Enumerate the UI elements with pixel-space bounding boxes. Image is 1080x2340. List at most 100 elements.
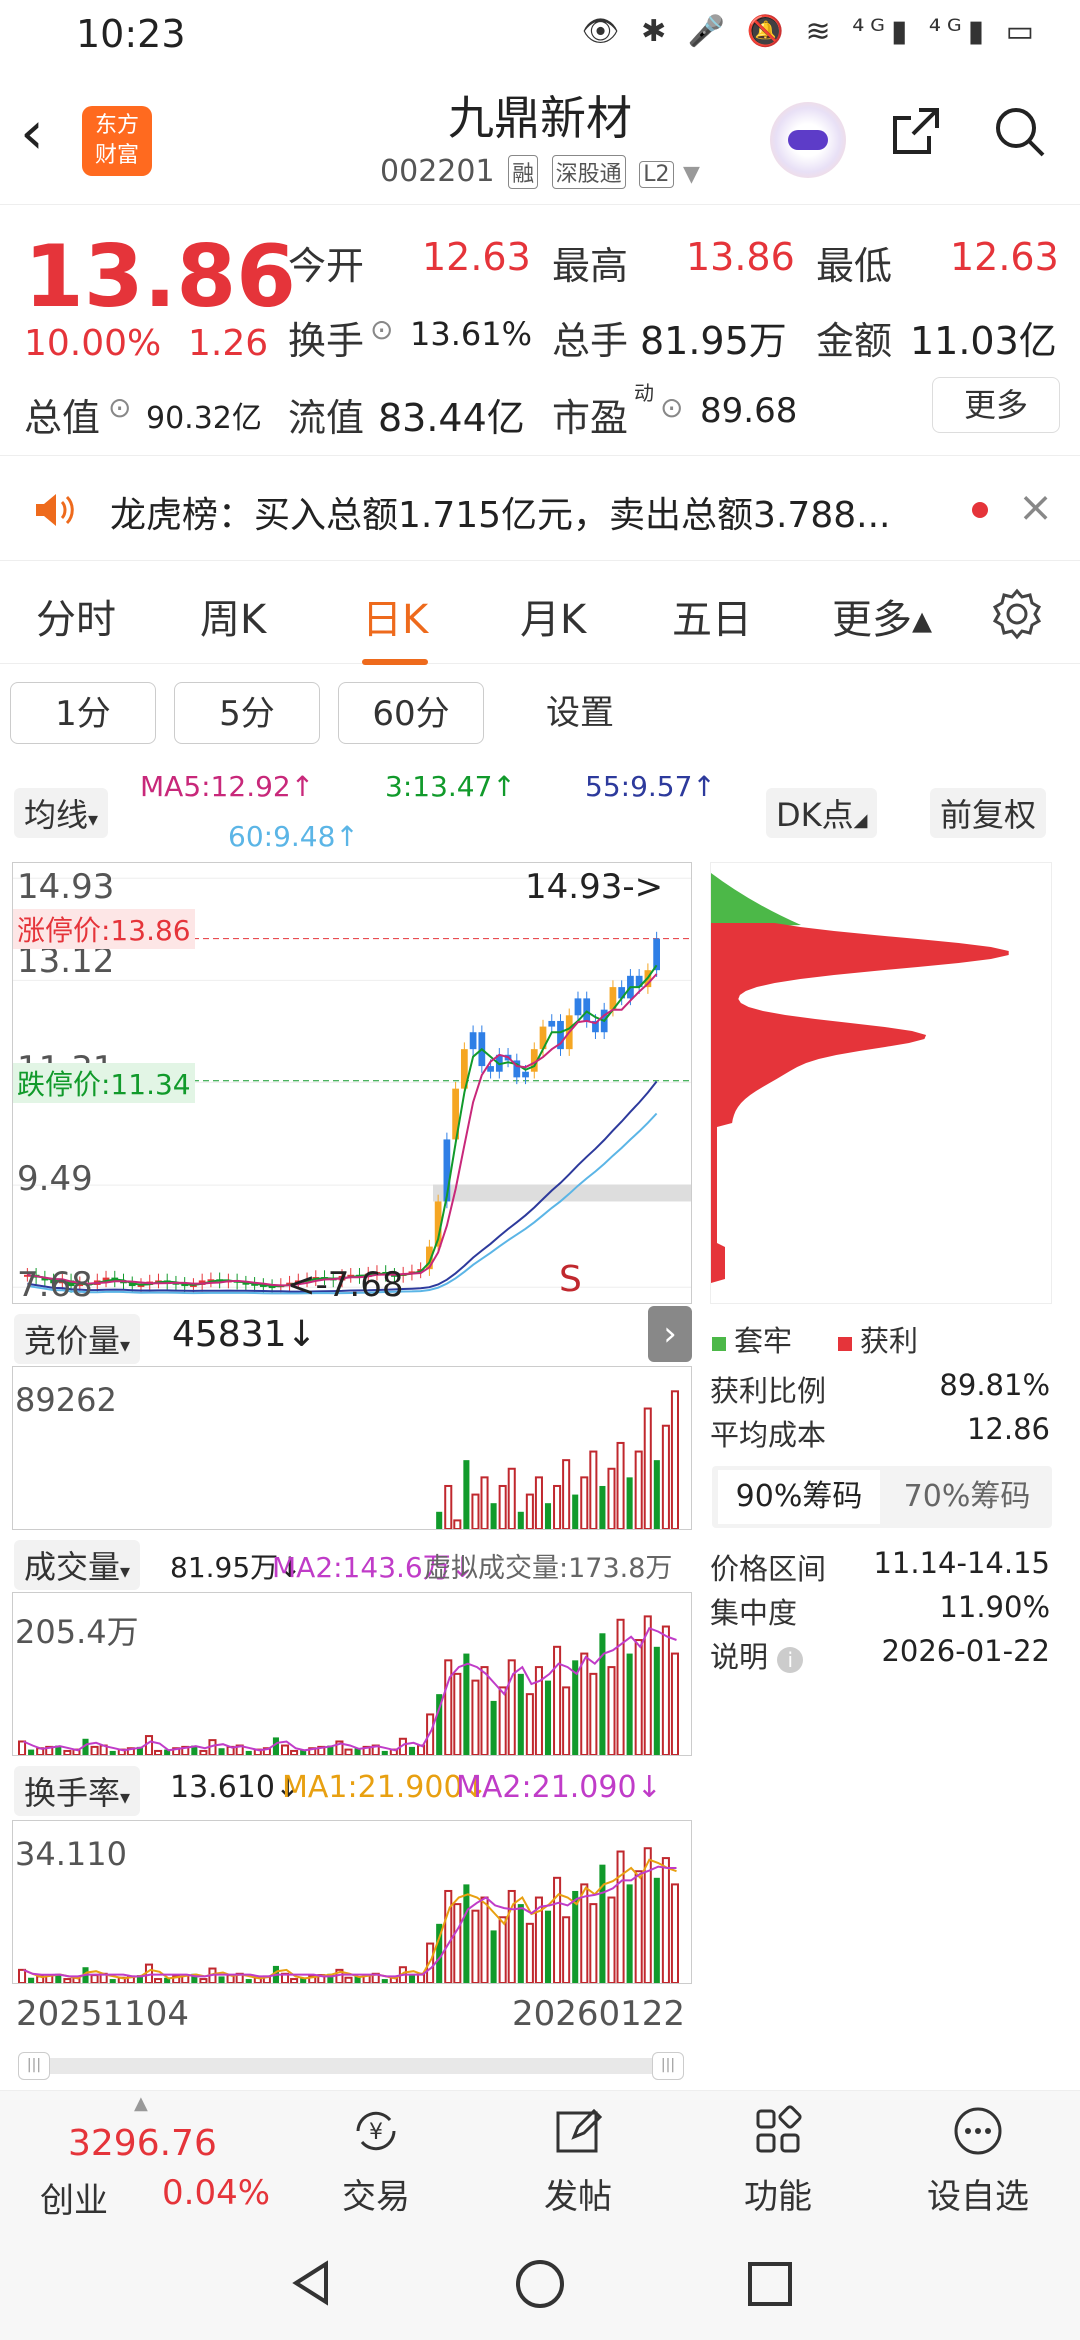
bar bbox=[572, 1494, 579, 1529]
share-icon[interactable] bbox=[885, 102, 945, 176]
info-icon[interactable]: ⊙ bbox=[370, 313, 393, 346]
bar bbox=[218, 1748, 225, 1755]
y-label-bottom: 7.68 bbox=[17, 1265, 93, 1305]
ma-type-label: 均线 bbox=[24, 796, 89, 834]
info-icon[interactable]: ⊙ bbox=[108, 391, 131, 424]
tab-intraday[interactable]: 分时 bbox=[36, 587, 116, 645]
chip-legend-profit: 获利 bbox=[838, 1318, 918, 1360]
bar bbox=[507, 1467, 516, 1530]
quote-panel: 13.86 10.00% 1.26 今开 12.63 最高 13.86 最低 1… bbox=[0, 205, 1080, 456]
bar bbox=[290, 1978, 299, 1985]
nav-post[interactable]: 发帖 bbox=[508, 2103, 648, 2218]
bar bbox=[580, 1652, 589, 1757]
edit-icon bbox=[508, 2103, 648, 2169]
gear-icon[interactable] bbox=[990, 587, 1044, 645]
bar bbox=[63, 1978, 72, 1985]
ma5-legend: MA5:12.92↑ bbox=[140, 770, 315, 803]
adjust-select[interactable]: 前复权 bbox=[930, 788, 1047, 838]
bar bbox=[670, 1652, 680, 1757]
ma-type-select[interactable]: 均线▾ bbox=[14, 788, 109, 838]
unread-dot bbox=[972, 502, 988, 518]
dk-label: DK点 bbox=[776, 796, 854, 834]
bar bbox=[525, 1693, 534, 1757]
info-icon[interactable]: ⊙ bbox=[660, 391, 683, 424]
bar bbox=[28, 1749, 35, 1755]
nav-function[interactable]: 功能 bbox=[708, 2103, 848, 2218]
scroll-handle-left[interactable]: ||| bbox=[18, 2052, 50, 2080]
nav-trade[interactable]: ¥ 交易 bbox=[306, 2103, 446, 2218]
bar bbox=[109, 1750, 116, 1755]
svg-text:¥: ¥ bbox=[369, 2120, 383, 2145]
range-scrollbar[interactable]: ||| ||| bbox=[18, 2052, 684, 2080]
nav-function-label: 功能 bbox=[744, 2177, 812, 2217]
collapse-chip-icon[interactable]: › bbox=[648, 1306, 692, 1362]
bar bbox=[580, 1883, 589, 1985]
period-5min[interactable]: 5分 bbox=[174, 682, 320, 744]
turnover-label: 换手 bbox=[288, 319, 365, 363]
y-label-4: 9.49 bbox=[17, 1159, 93, 1199]
bar bbox=[580, 1476, 589, 1531]
nav-add-watchlist[interactable]: 设自选 bbox=[908, 2103, 1048, 2218]
search-icon[interactable] bbox=[990, 102, 1050, 176]
bar bbox=[154, 1978, 163, 1985]
notice-bar[interactable]: 龙虎榜：买入总额1.715亿元，卖出总额3.788... × bbox=[0, 460, 1080, 561]
period-1min[interactable]: 1分 bbox=[10, 682, 156, 744]
bar bbox=[589, 1672, 598, 1756]
period-60min[interactable]: 60分 bbox=[338, 682, 484, 744]
bar bbox=[599, 1864, 606, 1983]
bar bbox=[653, 1877, 660, 1983]
min-marker: <-7.68 bbox=[287, 1265, 404, 1305]
dk-point-select[interactable]: DK点◢ bbox=[766, 788, 878, 838]
open-value: 12.63 bbox=[422, 235, 531, 279]
tab-five-day[interactable]: 五日 bbox=[672, 587, 752, 645]
bar bbox=[670, 1390, 680, 1531]
bar bbox=[517, 1904, 524, 1983]
volume-chart[interactable]: 205.4万 bbox=[12, 1592, 692, 1757]
tab-daily[interactable]: 日K bbox=[362, 587, 429, 665]
index-value: 3296.76 bbox=[68, 2123, 217, 2164]
bar bbox=[444, 1484, 453, 1530]
assistant-avatar[interactable] bbox=[770, 102, 846, 178]
bar bbox=[480, 1896, 489, 1984]
nav-back-icon[interactable] bbox=[286, 2258, 336, 2312]
scroll-handle-right[interactable]: ||| bbox=[652, 2052, 684, 2080]
auction-chart[interactable]: 89262 bbox=[12, 1366, 692, 1531]
auction-value: 45831↓ bbox=[172, 1314, 317, 1355]
bar bbox=[544, 1680, 552, 1755]
note-label[interactable]: 说明 i bbox=[710, 1634, 804, 1676]
bar bbox=[616, 1850, 625, 1984]
period-settings[interactable]: 设置 bbox=[520, 682, 640, 744]
pe-label: 市盈 bbox=[552, 396, 629, 440]
auction-y-top: 89262 bbox=[15, 1381, 117, 1419]
tab-more[interactable]: 更多▴ bbox=[832, 587, 932, 645]
bar bbox=[562, 1916, 571, 1984]
status-icons: 👁 ✱ 🎤 🔕 ≋ ⁴ᴳ▮ ⁴ᴳ▮ ▭ bbox=[581, 14, 1040, 49]
limit-down-label: 跌停价:11.34 bbox=[13, 1063, 195, 1103]
chip-profit bbox=[711, 923, 1009, 1283]
bar bbox=[280, 1744, 290, 1757]
more-button[interactable]: 更多 bbox=[932, 377, 1060, 433]
bar bbox=[616, 1618, 625, 1757]
nav-home-icon[interactable] bbox=[514, 2258, 566, 2314]
tab-weekly[interactable]: 周K bbox=[200, 587, 266, 645]
auction-select[interactable]: 竞价量▾ bbox=[14, 1314, 141, 1364]
index-ticker[interactable]: ▲ 3296.76 创业 0.04% bbox=[20, 2093, 280, 2221]
kline-chart[interactable]: 14.93 13.12 11.31 9.49 7.68 涨停价:13.86 跌停… bbox=[12, 862, 692, 1305]
turnover-select[interactable]: 换手率▾ bbox=[14, 1766, 141, 1816]
tab-90-chips[interactable]: 90%筹码 bbox=[718, 1470, 880, 1524]
turnover-chart[interactable]: 34.110 bbox=[12, 1820, 692, 1985]
last-price: 13.86 bbox=[24, 227, 297, 327]
nav-recents-icon[interactable] bbox=[746, 2260, 794, 2312]
bar bbox=[199, 1978, 208, 1985]
tab-70-chips[interactable]: 70%筹码 bbox=[888, 1470, 1046, 1524]
bar bbox=[471, 1679, 480, 1756]
tab-monthly[interactable]: 月K bbox=[520, 587, 586, 645]
bar bbox=[344, 1976, 353, 1984]
chip-distribution[interactable] bbox=[710, 862, 1052, 1304]
change-amount: 1.26 bbox=[188, 323, 269, 364]
volume-select[interactable]: 成交量▾ bbox=[14, 1540, 141, 1590]
notice-text: 龙虎榜：买入总额1.715亿元，卖出总额3.788... bbox=[110, 495, 891, 536]
chip-tabs: 90%筹码 70%筹码 bbox=[712, 1466, 1052, 1528]
ma-line-b bbox=[23, 1865, 677, 1978]
close-icon[interactable]: × bbox=[1018, 482, 1053, 531]
